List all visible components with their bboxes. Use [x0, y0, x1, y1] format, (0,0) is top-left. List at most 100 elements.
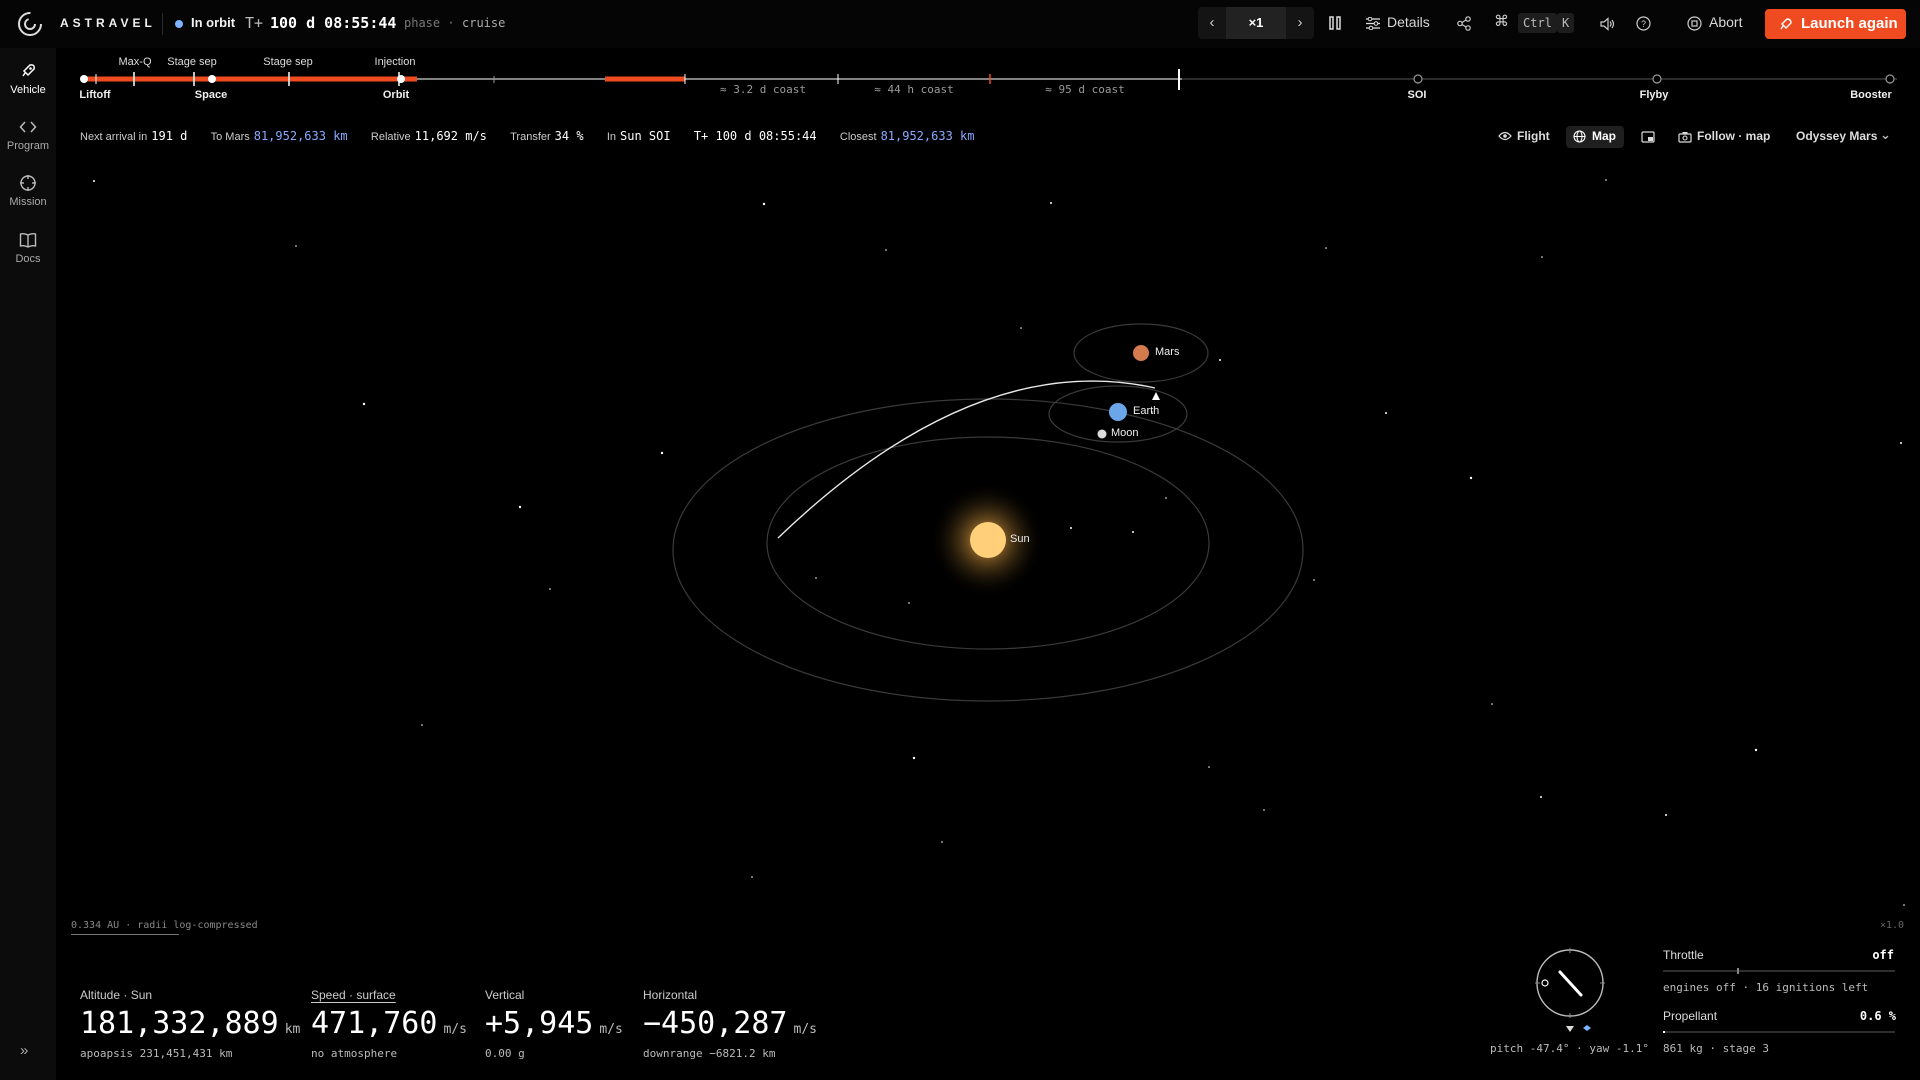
chevron-left-icon[interactable]: ‹ — [1198, 14, 1226, 31]
time-warp-control: ‹ ×1 › — [1198, 7, 1314, 39]
rocket-launch-icon — [1780, 18, 1792, 30]
timeline-milestone[interactable]: Booster — [1850, 89, 1892, 101]
moon — [1097, 429, 1107, 439]
map-canvas[interactable] — [56, 160, 1920, 920]
mission-time-prefix: T+ — [245, 14, 264, 32]
propellant-bar — [1663, 1031, 1895, 1033]
picture-in-picture-icon[interactable] — [1641, 131, 1655, 143]
ignitions-status: engines off · 16 ignitions left — [1663, 981, 1869, 994]
horizontal-readout: Horizontal −450,287 m/s downrange −6821.2… — [643, 988, 817, 1060]
book-icon — [19, 232, 37, 248]
divider — [162, 13, 163, 35]
kbd-k: K — [1557, 13, 1575, 33]
altitude-readout: Altitude · Sun 181,332,889 km apoapsis 23… — [80, 988, 300, 1060]
time-warp-value[interactable]: ×1 — [1226, 15, 1286, 30]
timeline-milestone[interactable]: Liftoff — [79, 89, 110, 101]
mission-timeline: Max-Q Stage sep Stage sep Injection Lift… — [62, 52, 1902, 102]
speed-mode-toggle[interactable]: Speed · surface — [311, 988, 467, 1002]
phase-label: phase · — [404, 16, 455, 30]
altitude-value: 181,332,889 — [80, 1006, 279, 1041]
vertical-unit: m/s — [599, 1022, 623, 1037]
moon-label[interactable]: Moon — [1111, 427, 1139, 439]
flight-view-label: Flight — [1517, 129, 1550, 143]
timeline-coast: ≈ 3.2 d coast — [719, 83, 807, 96]
altitude-label: Altitude · Sun — [80, 988, 153, 1002]
logo-icon — [18, 12, 42, 36]
launch-again-label: Launch again — [1801, 15, 1898, 32]
sun — [970, 522, 1006, 558]
chevron-right-icon[interactable]: › — [1286, 14, 1314, 31]
propellant-value: 0.6 % — [1859, 1009, 1896, 1023]
relative-velocity: 11,692 m/s — [414, 129, 487, 143]
sidebar-item-program[interactable]: Program — [0, 118, 56, 152]
solar-system-map[interactable]: Mars Earth Moon Sun — [56, 160, 1920, 920]
vertical-value: +5,945 — [485, 1006, 594, 1041]
closest-distance: 81,952,633 km — [880, 129, 975, 143]
top-bar: ASTRAVEL In orbit T+ 100 d 08:55:44 phas… — [0, 0, 1920, 48]
mission-time: 100 d 08:55:44 — [270, 14, 397, 32]
attitude-readout: pitch -47.4° · yaw -1.1° — [1490, 1042, 1649, 1055]
timeline-coast: ≈ 44 h coast — [874, 83, 954, 96]
throttle-value: off — [1872, 948, 1894, 962]
atmosphere-note: no atmosphere — [311, 1047, 398, 1060]
vertical-readout: Vertical +5,945 m/s 0.00 g — [485, 988, 623, 1060]
soi-value: Sun SOI — [620, 129, 671, 143]
target-label: To Mars — [210, 131, 250, 143]
sliders-icon — [1366, 17, 1380, 30]
kbd-ctrl: Ctrl — [1518, 13, 1557, 33]
expand-sidebar-icon[interactable]: » — [20, 1042, 28, 1059]
timeline-track — [80, 69, 1897, 90]
map-view-button[interactable]: Map — [1566, 126, 1624, 148]
sidebar: Vehicle Program Mission Docs » — [0, 48, 56, 1080]
sidebar-item-label: Docs — [15, 253, 41, 265]
share-icon[interactable] — [1457, 16, 1471, 31]
sidebar-item-docs[interactable]: Docs — [0, 231, 56, 265]
navigation-info: Next arrival in 191 d To Mars 81,952,633 k… — [80, 129, 978, 143]
throttle-handle[interactable] — [1737, 968, 1739, 974]
chevron-down-icon: ⌄ — [1880, 127, 1891, 142]
help-icon[interactable]: ? — [1636, 16, 1651, 31]
timeline-milestone[interactable]: Flyby — [1640, 89, 1669, 101]
spacecraft-marker — [1152, 392, 1160, 400]
abort-icon — [1687, 16, 1702, 31]
scale-bar — [71, 934, 179, 935]
earth-label[interactable]: Earth — [1133, 405, 1159, 417]
apoapsis-value: apoapsis 231,451,431 km — [80, 1047, 233, 1060]
code-icon — [19, 121, 37, 133]
camera-icon — [1678, 132, 1692, 143]
speed-unit: m/s — [443, 1022, 467, 1037]
throttle-slider[interactable] — [1663, 970, 1895, 972]
timeline-milestone[interactable]: Space — [195, 89, 227, 101]
next-arrival-label: Next arrival in — [80, 131, 148, 143]
soi-label: In — [606, 131, 616, 143]
propellant-label: Propellant — [1663, 1009, 1718, 1023]
vertical-label: Vertical — [485, 988, 525, 1002]
timeline-event[interactable]: Stage sep — [263, 56, 313, 68]
volume-icon[interactable] — [1600, 17, 1615, 31]
mars — [1133, 345, 1149, 361]
timeline-event[interactable]: Stage sep — [167, 56, 217, 68]
eye-icon — [1498, 131, 1512, 141]
timeline-milestone[interactable]: SOI — [1408, 89, 1427, 101]
target-distance: 81,952,633 km — [253, 129, 348, 143]
app-name: ASTRAVEL — [60, 16, 156, 30]
sidebar-item-label: Vehicle — [10, 84, 46, 96]
timeline-event[interactable]: Max-Q — [119, 56, 152, 68]
info-mission-time: T+ 100 d 08:55:44 — [693, 129, 817, 143]
globe-icon — [1573, 130, 1586, 143]
sidebar-item-mission[interactable]: Mission — [0, 174, 56, 208]
sun-label[interactable]: Sun — [1010, 533, 1030, 545]
map-view-label: Map — [1592, 129, 1616, 143]
launch-again-button[interactable]: Launch again — [1765, 9, 1906, 39]
propellant-fill — [1663, 1031, 1665, 1033]
sidebar-item-vehicle[interactable]: Vehicle — [0, 62, 56, 96]
sidebar-item-label: Mission — [9, 196, 47, 208]
speed-readout: Speed · surface 471,760 m/s no atmosphere — [311, 988, 467, 1060]
horizontal-label: Horizontal — [643, 988, 698, 1002]
timeline-event[interactable]: Injection — [375, 56, 416, 68]
relative-label: Relative — [370, 131, 411, 143]
mars-label[interactable]: Mars — [1155, 346, 1179, 358]
timeline-milestone[interactable]: Orbit — [383, 89, 409, 101]
pause-icon[interactable] — [1328, 16, 1342, 30]
horizontal-unit: m/s — [793, 1022, 817, 1037]
